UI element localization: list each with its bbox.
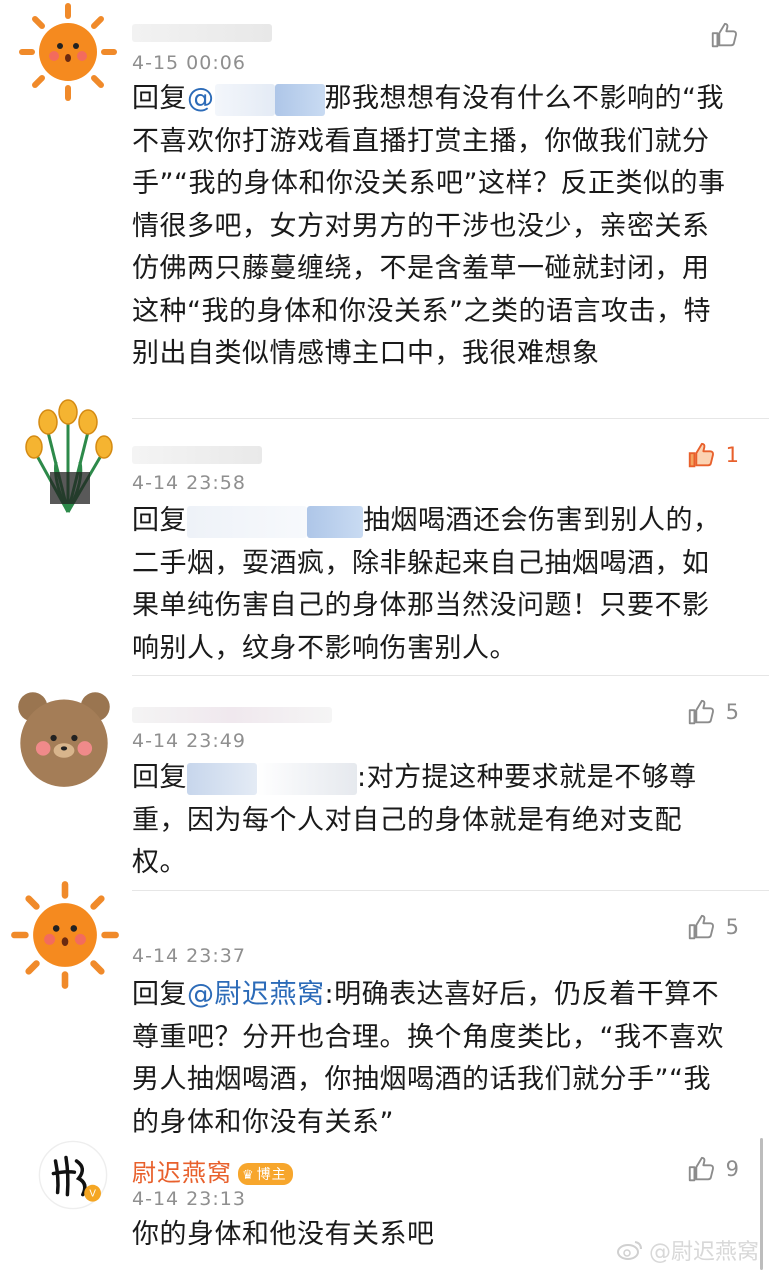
thumbs-up-icon [686,1154,716,1184]
blurred-name [187,762,257,795]
watermark: @尉迟燕窝 [616,1234,759,1266]
comment-time: 4-14 23:13 [132,1188,246,1210]
like-count: 5 [725,700,739,724]
blurred-name [187,505,307,538]
thumbs-up-icon [709,20,739,50]
reply-prefix: 回复 [132,83,187,114]
blogger-badge: ♛ 博主 [238,1163,293,1185]
comment-text: 回复:对方提这种要求就是不够尊重，因为每个人对自己的身体就是有绝对支配权。 [132,762,697,878]
crown-icon: ♛ [242,1168,255,1183]
tulip-avatar[interactable] [18,392,118,522]
mention-link[interactable]: @ [187,83,215,114]
comment-text: 回复@尉迟燕窝:明确表达喜好后，仍反着干算不尊重吧？分开也合理。换个角度类比，“… [132,979,724,1138]
blurred-name [274,83,325,116]
svg-text:V: V [89,1189,96,1200]
like-count: 5 [725,915,739,939]
reply-prefix: 回复 [132,979,187,1010]
reply-prefix: 回复 [132,505,187,536]
weibo-icon [616,1241,642,1260]
like-count: 1 [725,443,739,467]
commenter-name[interactable] [132,18,272,46]
blurred-name [257,762,357,795]
comment-time: 4-15 00:06 [132,52,246,74]
commenter-name[interactable]: 尉迟燕窝 ♛ 博主 [132,1153,293,1188]
like-button[interactable]: 1 [686,440,739,470]
signature-avatar[interactable]: V [38,1140,108,1210]
reply-text: 那我想想有没有什么不影响的“我不喜欢你打游戏看直播打赏主播，你做我们就分手”“我… [132,83,726,369]
like-button[interactable] [709,20,739,50]
comment-time: 4-14 23:49 [132,730,246,752]
blurred-name [214,83,275,116]
sun-avatar[interactable] [10,880,120,990]
bear-avatar[interactable] [12,686,116,790]
commenter-name[interactable] [132,440,262,468]
thumbs-up-icon [686,912,716,942]
scrollbar[interactable] [760,1138,763,1270]
like-count: 9 [725,1157,739,1181]
comment-time: 4-14 23:37 [132,945,246,967]
comment-text: 回复@ 那我想想有没有什么不影响的“我不喜欢你打游戏看直播打赏主播，你做我们就分手… [132,78,732,376]
comment-text: 回复 抽烟喝酒还会伤害到别人的，二手烟，耍酒疯，除非躲起来自己抽烟喝酒，如果单纯伤… [132,500,732,670]
thumbs-up-icon [686,440,716,470]
reply-prefix: 回复 [132,762,187,793]
commenter-name[interactable] [132,700,332,728]
blurred-name [307,505,363,538]
mention-link[interactable]: @尉迟燕窝 [187,979,325,1010]
thumbs-up-icon [686,697,716,727]
sun-avatar[interactable] [18,2,118,102]
like-button[interactable]: 9 [686,1154,739,1184]
comment-time: 4-14 23:58 [132,472,246,494]
like-button[interactable]: 5 [686,697,739,727]
like-button[interactable]: 5 [686,912,739,942]
